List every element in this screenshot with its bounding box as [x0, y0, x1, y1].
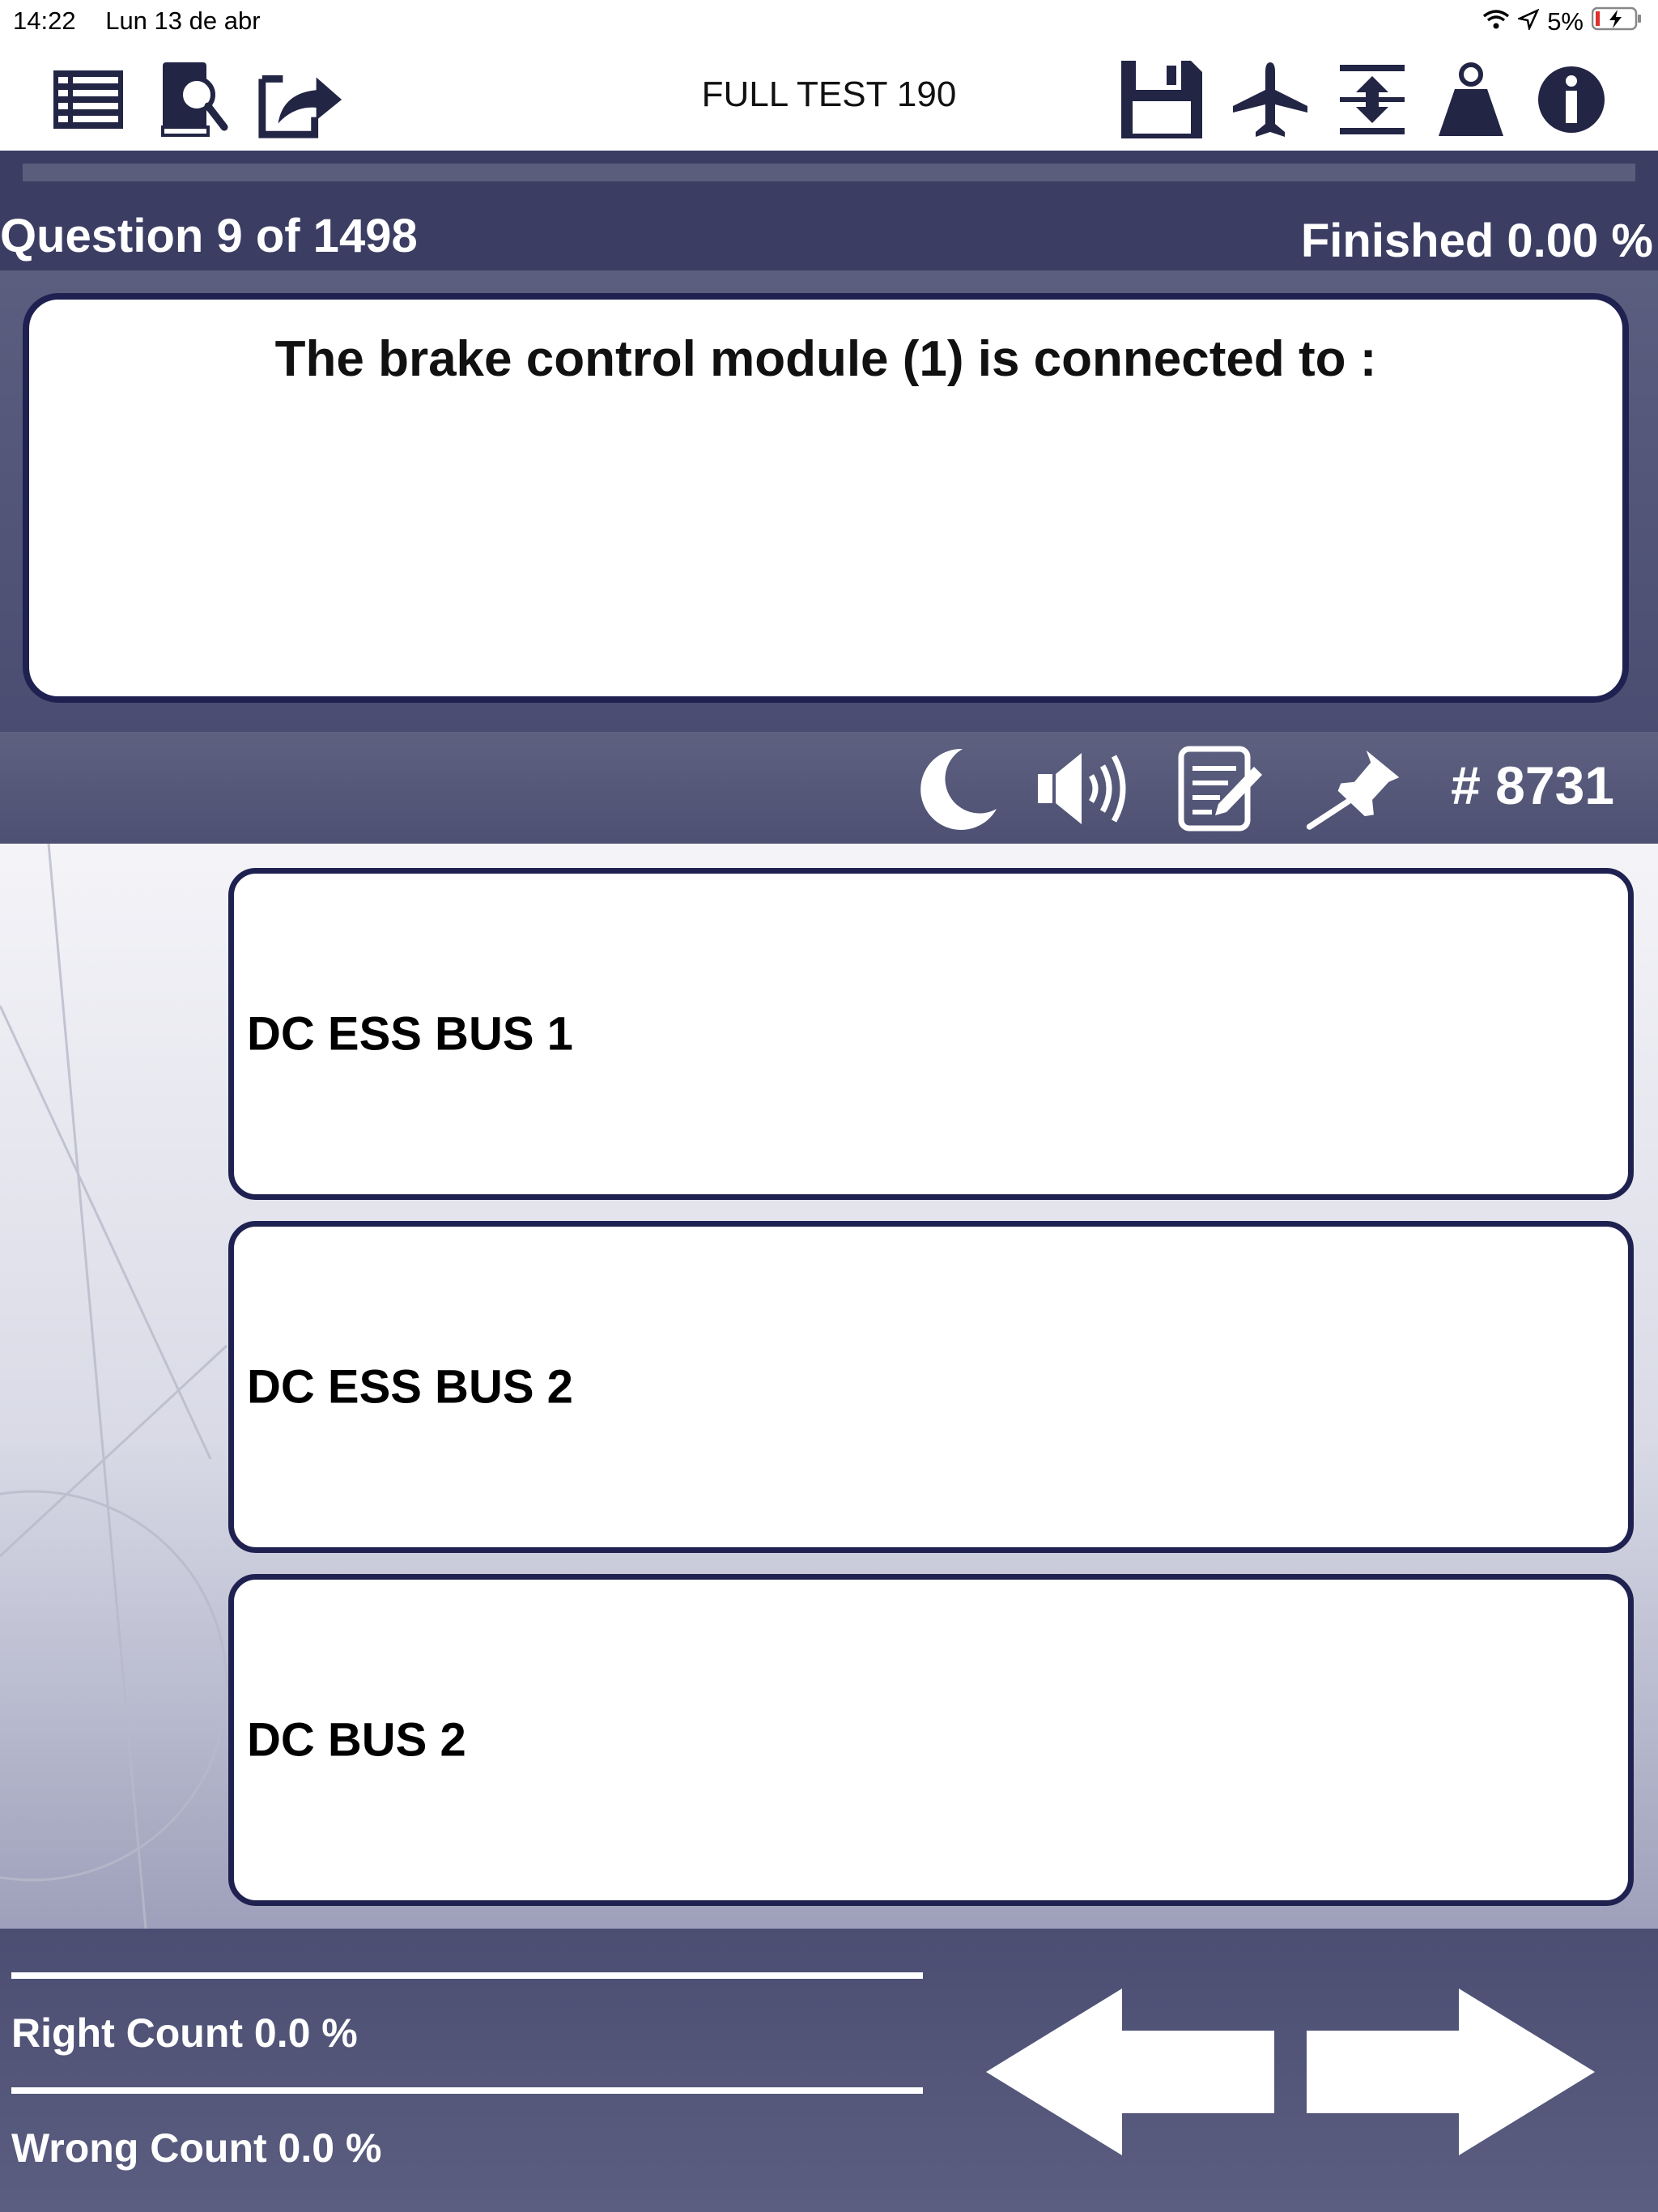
weight-icon[interactable]	[1426, 55, 1516, 144]
answer-option-3[interactable]: DC BUS 2	[228, 1574, 1634, 1906]
info-icon[interactable]	[1527, 55, 1616, 144]
answer-label: DC ESS BUS 2	[247, 1360, 573, 1414]
question-counter: Question 9 of 1498	[0, 210, 418, 262]
status-date: Lun 13 de abr	[105, 6, 261, 35]
pin-icon[interactable]	[1305, 740, 1402, 837]
status-time: 14:22	[13, 6, 76, 35]
finished-percent: Finished 0.00 %	[1300, 215, 1653, 267]
answers-area: DC ESS BUS 1 DC ESS BUS 2 DC BUS 2	[0, 844, 1658, 1929]
location-icon	[1516, 7, 1540, 36]
answer-option-2[interactable]: DC ESS BUS 2	[228, 1221, 1634, 1553]
speaker-icon[interactable]	[1035, 740, 1132, 837]
battery-charging-icon	[1591, 6, 1642, 37]
airplane-icon[interactable]	[1226, 55, 1315, 144]
question-box: The brake control module (1) is connecte…	[23, 293, 1629, 703]
stats-bar: Right Count 0.0 % Wrong Count 0.0 %	[0, 1929, 1658, 2212]
wifi-icon	[1482, 7, 1510, 36]
answer-label: DC ESS BUS 1	[247, 1007, 573, 1061]
note-edit-icon[interactable]	[1172, 740, 1269, 837]
progress-track	[23, 164, 1635, 181]
chart-background-decoration	[0, 844, 228, 1929]
question-tools-bar	[0, 732, 1658, 844]
right-count-divider	[11, 1972, 923, 1979]
answer-label: DC BUS 2	[247, 1713, 466, 1767]
right-count: Right Count 0.0 %	[11, 2010, 358, 2056]
moon-icon[interactable]	[908, 740, 1005, 837]
status-bar: 14:22 Lun 13 de abr 5%	[0, 0, 1658, 40]
arrow-right-icon[interactable]	[1305, 1985, 1598, 2163]
question-id: # 8731	[1451, 755, 1614, 815]
arrow-left-icon[interactable]	[983, 1985, 1276, 2163]
answer-option-1[interactable]: DC ESS BUS 1	[228, 868, 1634, 1200]
question-text: The brake control module (1) is connecte…	[274, 331, 1377, 387]
battery-percent: 5%	[1547, 7, 1584, 36]
wrong-count-divider	[11, 2087, 923, 2094]
toolbar: FULL TEST 190	[0, 40, 1658, 151]
wrong-count: Wrong Count 0.0 %	[11, 2125, 382, 2171]
expand-icon[interactable]	[1328, 55, 1417, 144]
save-icon[interactable]	[1117, 55, 1206, 144]
